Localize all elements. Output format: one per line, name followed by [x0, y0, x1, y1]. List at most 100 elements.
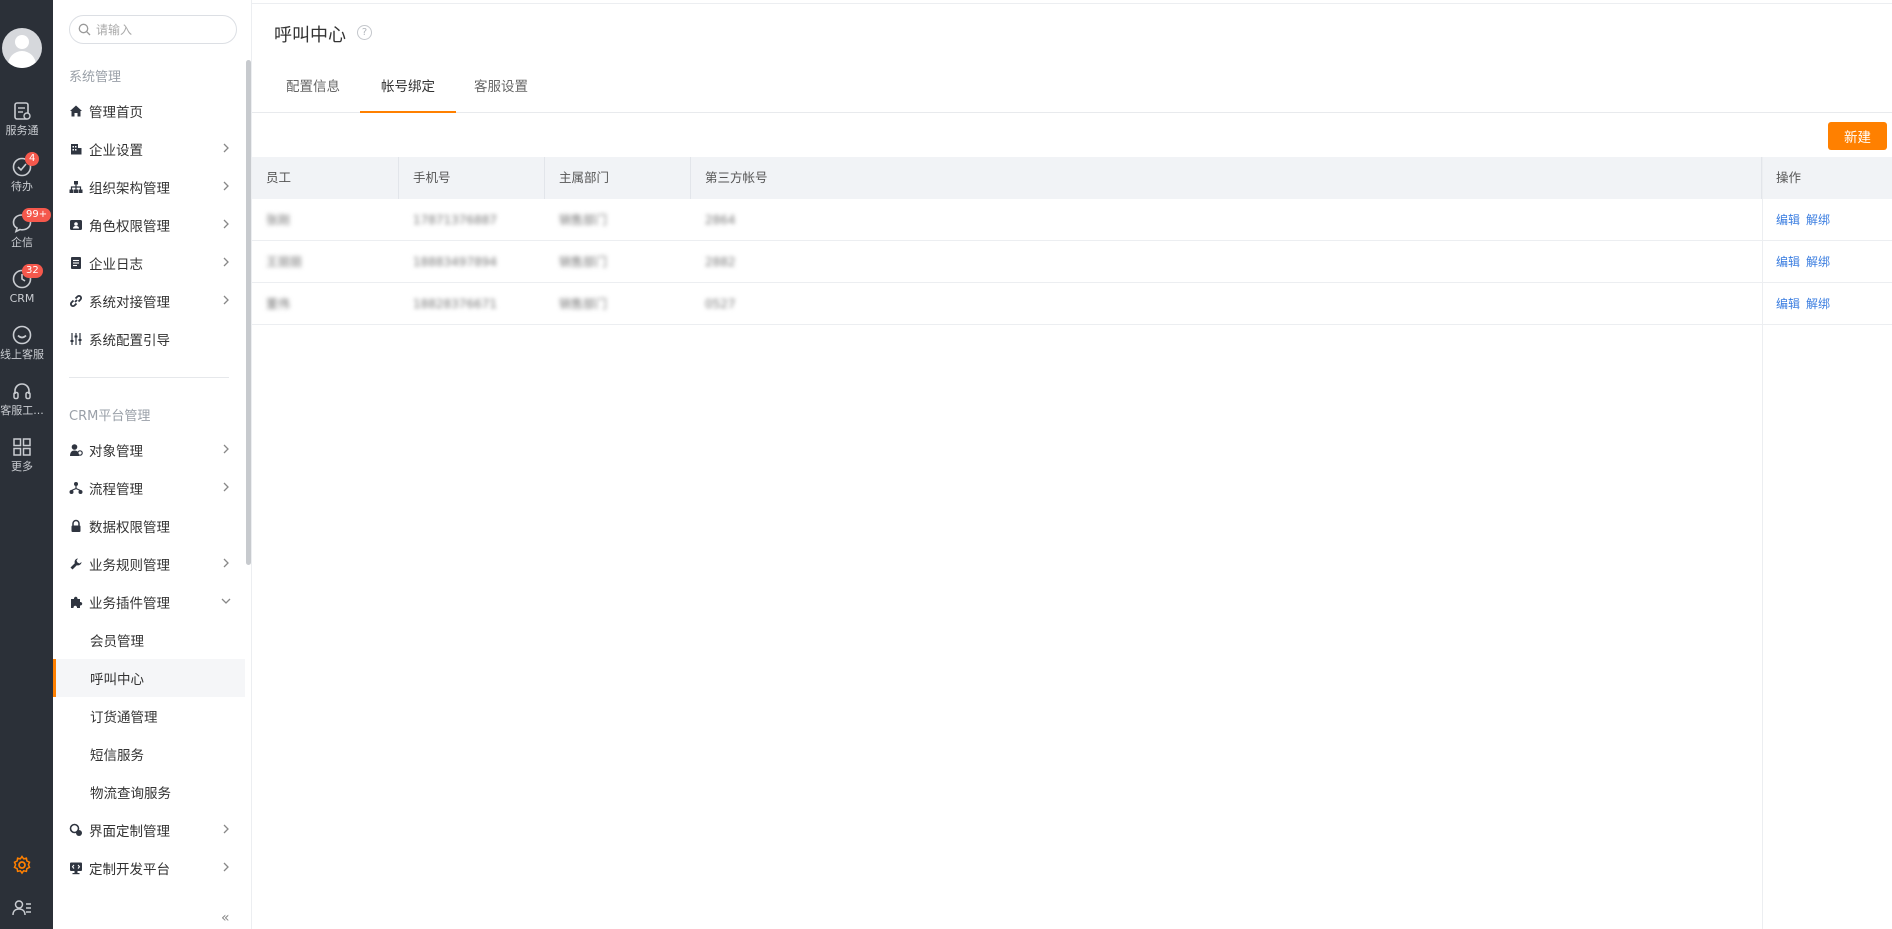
cell-operations: 编辑 解绑 — [1762, 199, 1836, 241]
sidebar-item-label: 系统对接管理 — [89, 295, 170, 311]
unbind-link[interactable]: 解绑 — [1806, 297, 1830, 311]
chevron-down-icon — [221, 598, 231, 604]
rail-item-chat[interactable]: 99+ 企信 — [0, 208, 52, 262]
online-service-icon — [12, 325, 32, 345]
chevron-right-icon — [223, 181, 229, 191]
sliders-icon — [70, 333, 82, 345]
sidebar-subitem-sms[interactable]: 短信服务 — [53, 735, 245, 773]
sidebar-item-label: 呼叫中心 — [90, 672, 144, 688]
sidebar-item-label: 对象管理 — [89, 444, 143, 460]
sidebar-item-data-permission[interactable]: 数据权限管理 — [53, 507, 245, 545]
chevron-right-icon — [223, 444, 229, 454]
tab-agent-settings[interactable]: 客服设置 — [462, 70, 540, 113]
column-header-phone: 手机号 — [399, 157, 545, 199]
sidebar-subitem-call-center[interactable]: 呼叫中心 — [53, 659, 245, 697]
main-content: 呼叫中心 ? 配置信息 帐号绑定 客服设置 新建 员工 手机号 主属部门 第三方… — [252, 0, 1892, 929]
object-icon — [70, 444, 83, 456]
rail-item-todo[interactable]: 4 待办 — [0, 152, 44, 206]
home-icon — [70, 105, 82, 117]
ui-custom-icon — [69, 823, 82, 836]
crm-badge: 32 — [22, 264, 43, 278]
cell-operations: 编辑 解绑 — [1762, 241, 1836, 283]
chevron-right-icon — [223, 295, 229, 305]
rail-item-agent[interactable]: 客服工... — [0, 380, 44, 430]
cell-phone: 17871376887 — [413, 213, 497, 227]
table-row: 张刚 17871376887 销售部门 2864 编辑 解绑 — [252, 199, 1892, 241]
rail-label: 客服工... — [0, 404, 44, 417]
sidebar-item-dev-platform[interactable]: 定制开发平台 — [53, 849, 245, 887]
rail-item-more[interactable]: 更多 — [0, 436, 44, 486]
sidebar-subitem-member[interactable]: 会员管理 — [53, 621, 245, 659]
tab-bar: 配置信息 帐号绑定 客服设置 — [252, 70, 1892, 113]
sidebar-scrollbar[interactable] — [246, 60, 251, 565]
unbind-link[interactable]: 解绑 — [1806, 213, 1830, 227]
edit-link[interactable]: 编辑 — [1776, 297, 1800, 311]
building-icon — [71, 144, 82, 155]
sidebar-search[interactable] — [69, 15, 237, 44]
column-header-employee: 员工 — [252, 157, 399, 199]
sidebar-item-label: 系统配置引导 — [89, 333, 170, 349]
rail-item-service[interactable]: 服务通 — [0, 100, 44, 150]
sidebar-item-enterprise-settings[interactable]: 企业设置 — [53, 130, 245, 168]
rail-label: 更多 — [11, 460, 33, 473]
sidebar-item-business-rules[interactable]: 业务规则管理 — [53, 545, 245, 583]
edit-link[interactable]: 编辑 — [1776, 255, 1800, 269]
sidebar-item-home[interactable]: 管理首页 — [53, 92, 245, 130]
chevron-right-icon — [223, 862, 229, 872]
unbind-link[interactable]: 解绑 — [1806, 255, 1830, 269]
rail-item-crm[interactable]: 32 CRM — [0, 264, 44, 318]
sidebar-item-label: 物流查询服务 — [90, 786, 171, 802]
admin-sidebar: 系统管理 管理首页 企业设置 组织架构管理 角色权限管理 企业日志 系统对接管理… — [53, 0, 252, 929]
avatar[interactable] — [2, 28, 42, 68]
avatar-body — [8, 51, 36, 68]
cell-dept: 销售部门 — [559, 255, 608, 269]
sidebar-item-label: 企业设置 — [89, 143, 143, 159]
sidebar-item-label: 角色权限管理 — [89, 219, 170, 235]
user-menu-button[interactable] — [0, 897, 44, 923]
sidebar-item-config-guide[interactable]: 系统配置引导 — [53, 320, 245, 358]
rail-label: 线上客服 — [0, 348, 44, 361]
sidebar-item-integration[interactable]: 系统对接管理 — [53, 282, 245, 320]
sidebar-item-roles[interactable]: 角色权限管理 — [53, 206, 245, 244]
cell-operations: 编辑 解绑 — [1762, 283, 1836, 325]
top-border — [252, 0, 1892, 4]
log-book-icon — [71, 257, 81, 269]
chevron-right-icon — [223, 219, 229, 229]
sidebar-item-plugins[interactable]: 业务插件管理 — [53, 583, 245, 621]
sidebar-item-ui-custom[interactable]: 界面定制管理 — [53, 811, 245, 849]
sidebar-item-logs[interactable]: 企业日志 — [53, 244, 245, 282]
sidebar-item-label: 数据权限管理 — [89, 520, 170, 536]
org-chart-icon — [69, 181, 83, 193]
help-icon[interactable]: ? — [357, 25, 372, 40]
cell-employee: 张刚 — [266, 213, 291, 227]
sidebar-item-label: 界面定制管理 — [89, 824, 170, 840]
operations-column-border — [1762, 157, 1763, 929]
rail-label: 服务通 — [5, 124, 39, 137]
chevron-right-icon — [223, 824, 229, 834]
flow-icon — [69, 482, 83, 494]
tab-config-info[interactable]: 配置信息 — [274, 70, 352, 113]
sidebar-subitem-ordering[interactable]: 订货通管理 — [53, 697, 245, 735]
collapse-sidebar-button[interactable]: « — [221, 910, 230, 926]
headset-icon — [13, 383, 31, 400]
cell-phone: 18828376671 — [413, 297, 497, 311]
id-card-icon — [70, 220, 82, 230]
edit-link[interactable]: 编辑 — [1776, 213, 1800, 227]
grid-icon — [13, 438, 31, 456]
sidebar-item-flows[interactable]: 流程管理 — [53, 469, 245, 507]
sidebar-item-label: 会员管理 — [90, 634, 144, 650]
sidebar-item-org[interactable]: 组织架构管理 — [53, 168, 245, 206]
new-button[interactable]: 新建 — [1828, 122, 1887, 150]
sidebar-subitem-logistics[interactable]: 物流查询服务 — [53, 773, 245, 811]
rail-item-online-service[interactable]: 线上客服 — [0, 324, 44, 374]
search-input[interactable] — [96, 20, 226, 39]
tab-account-binding[interactable]: 帐号绑定 — [360, 70, 456, 113]
column-header-operations: 操作 — [1776, 170, 1802, 185]
chevron-right-icon — [223, 143, 229, 153]
wrench-icon — [70, 558, 82, 570]
sidebar-item-label: 短信服务 — [90, 748, 144, 764]
chevron-right-icon — [223, 482, 229, 492]
sidebar-item-label: 组织架构管理 — [89, 181, 170, 197]
settings-button[interactable] — [0, 854, 44, 880]
sidebar-item-objects[interactable]: 对象管理 — [53, 431, 245, 469]
